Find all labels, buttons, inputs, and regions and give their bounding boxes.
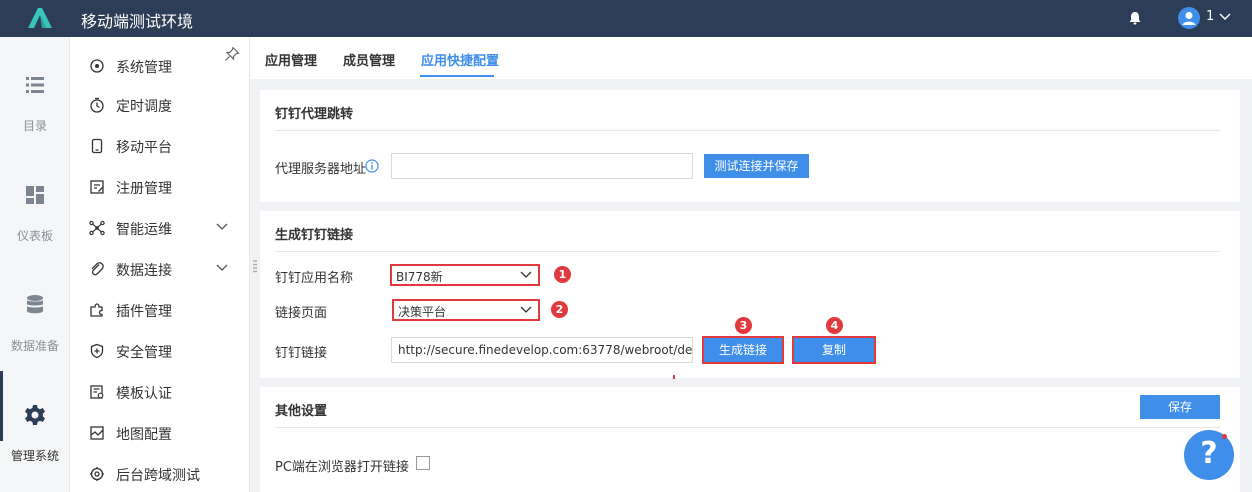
- other-settings-panel: 其他设置 保存 PC端在浏览器打开链接: [260, 387, 1240, 492]
- app-title: 移动端测试环境: [81, 12, 194, 31]
- shield-icon: [90, 343, 104, 359]
- step-badge-2: 2: [551, 301, 568, 318]
- generate-link-button[interactable]: 生成链接: [702, 336, 784, 364]
- sidebar-item-label: 模板认证: [116, 386, 172, 402]
- sidebar-item-label: 插件管理: [116, 304, 172, 320]
- chevron-down-icon[interactable]: [216, 223, 228, 231]
- timer-icon: [90, 97, 104, 113]
- drag-handle-icon[interactable]: [253, 260, 257, 274]
- dashboard-icon: [26, 186, 44, 204]
- avatar[interactable]: [1178, 7, 1200, 29]
- link-section-title: 生成钉钉链接: [275, 228, 354, 243]
- pc-open-browser-checkbox[interactable]: [416, 456, 430, 470]
- sidebar-item-label: 数据连接: [116, 263, 172, 279]
- left-rail: 目录 仪表板 数据准备 管理系统: [0, 37, 70, 492]
- app-name-select[interactable]: BI778新: [390, 264, 540, 286]
- step-badge-1: 1: [554, 266, 571, 283]
- link-page-value: 决策平台: [398, 305, 447, 319]
- sidebar-item-label: 系统管理: [116, 60, 172, 76]
- divider: [275, 130, 1220, 131]
- app-name-label: 钉钉应用名称: [275, 271, 354, 286]
- proxy-address-label: 代理服务器地址: [275, 162, 367, 177]
- chevron-down-icon: [520, 271, 532, 278]
- sidebar-item-label: 注册管理: [116, 181, 172, 197]
- certificate-icon: [90, 385, 104, 399]
- dingtalk-link-panel: 生成钉钉链接 钉钉应用名称 BI778新 1 链接页面 决策平台 2 钉钉链接 …: [260, 211, 1240, 378]
- link-page-label: 链接页面: [275, 306, 328, 321]
- chevron-down-icon[interactable]: [1219, 13, 1231, 21]
- active-tab-indicator: [420, 75, 494, 77]
- rail-item-admin[interactable]: 管理系统: [0, 367, 70, 477]
- mobile-icon: [91, 138, 103, 154]
- sidebar-item-label: 安全管理: [116, 345, 172, 361]
- link-page-select[interactable]: 决策平台: [392, 299, 540, 321]
- proxy-section-title: 钉钉代理跳转: [275, 107, 354, 122]
- sidebar-item-schedule[interactable]: 定时调度: [70, 85, 249, 126]
- divider: [275, 251, 1220, 252]
- link-icon: [91, 262, 104, 276]
- user-name[interactable]: 1: [1206, 9, 1214, 24]
- sidebar-item-label: 定时调度: [116, 99, 172, 115]
- sidebar-item-ops[interactable]: 智能运维: [70, 208, 249, 249]
- rail-label: 管理系统: [10, 449, 59, 463]
- puzzle-icon: [90, 303, 103, 317]
- rail-item-catalog[interactable]: 目录: [0, 37, 70, 147]
- list-icon: [26, 77, 44, 93]
- sidebar-item-cross-domain[interactable]: 后台跨域测试: [70, 454, 249, 492]
- sidebar-item-label: 地图配置: [116, 427, 172, 443]
- database-icon: [27, 295, 43, 314]
- register-icon: [90, 180, 104, 194]
- test-connection-button[interactable]: 测试连接并保存: [704, 154, 809, 178]
- step-badge-4: 4: [826, 317, 843, 334]
- sidebar-item-map[interactable]: 地图配置: [70, 413, 249, 454]
- dingtalk-link-input[interactable]: http://secure.finedevelop.com:63778/webr…: [391, 337, 693, 363]
- proxy-address-input[interactable]: [391, 153, 693, 179]
- tab-member-management[interactable]: 成员管理: [343, 50, 395, 69]
- map-icon: [90, 426, 104, 440]
- rail-item-data-prep[interactable]: 数据准备: [0, 257, 70, 367]
- other-section-title: 其他设置: [275, 404, 328, 419]
- user-icon: [1182, 12, 1196, 25]
- sidebar-item-mobile[interactable]: 移动平台: [70, 126, 249, 167]
- divider: [275, 427, 1220, 428]
- step-badge-3: 3: [735, 317, 752, 334]
- system-icon: [90, 59, 104, 73]
- notification-dot: [1222, 434, 1227, 439]
- info-icon[interactable]: [365, 159, 379, 173]
- chevron-down-icon[interactable]: [216, 264, 228, 272]
- rail-label: 仪表板: [16, 229, 53, 243]
- app-name-value: BI778新: [396, 270, 443, 284]
- rail-item-dashboard[interactable]: 仪表板: [0, 147, 70, 257]
- sidebar-item-plugins[interactable]: 插件管理: [70, 290, 249, 331]
- sidebar-item-label: 智能运维: [116, 222, 172, 238]
- pc-open-browser-label: PC端在浏览器打开链接: [275, 460, 409, 475]
- sidebar-item-template-auth[interactable]: 模板认证: [70, 372, 249, 413]
- sidebar-item-label: 移动平台: [116, 140, 172, 156]
- sidebar-item-data-connection[interactable]: 数据连接: [70, 249, 249, 290]
- copy-button[interactable]: 复制: [792, 336, 876, 364]
- sidebar-item-system[interactable]: 系统管理: [70, 44, 249, 85]
- chevron-down-icon: [520, 306, 532, 313]
- sidebar-item-security[interactable]: 安全管理: [70, 331, 249, 372]
- admin-sidebar: 系统管理 定时调度 移动平台 注册管理 智能运维 数据连接 插件管理 安全管理 …: [70, 37, 250, 492]
- sidebar-item-label: 后台跨域测试: [116, 468, 200, 484]
- top-bar: 移动端测试环境 1: [0, 0, 1252, 37]
- network-icon: [89, 220, 105, 236]
- rail-label: 数据准备: [10, 339, 59, 353]
- dingtalk-link-label: 钉钉链接: [275, 346, 328, 361]
- sidebar-item-register[interactable]: 注册管理: [70, 167, 249, 208]
- tab-app-management[interactable]: 应用管理: [265, 50, 317, 69]
- gear-icon: [25, 405, 45, 425]
- rail-label: 目录: [22, 119, 47, 133]
- annotation-mark: [673, 375, 675, 379]
- save-button[interactable]: 保存: [1140, 395, 1220, 419]
- app-logo-icon[interactable]: [26, 6, 54, 30]
- pin-icon[interactable]: [224, 46, 240, 62]
- settings-icon: [90, 467, 104, 481]
- bell-icon[interactable]: [1127, 10, 1143, 26]
- proxy-panel: 钉钉代理跳转 代理服务器地址 测试连接并保存: [260, 90, 1240, 202]
- tab-bar: 应用管理 成员管理 应用快捷配置: [250, 37, 1252, 79]
- tab-quick-config[interactable]: 应用快捷配置: [421, 50, 499, 69]
